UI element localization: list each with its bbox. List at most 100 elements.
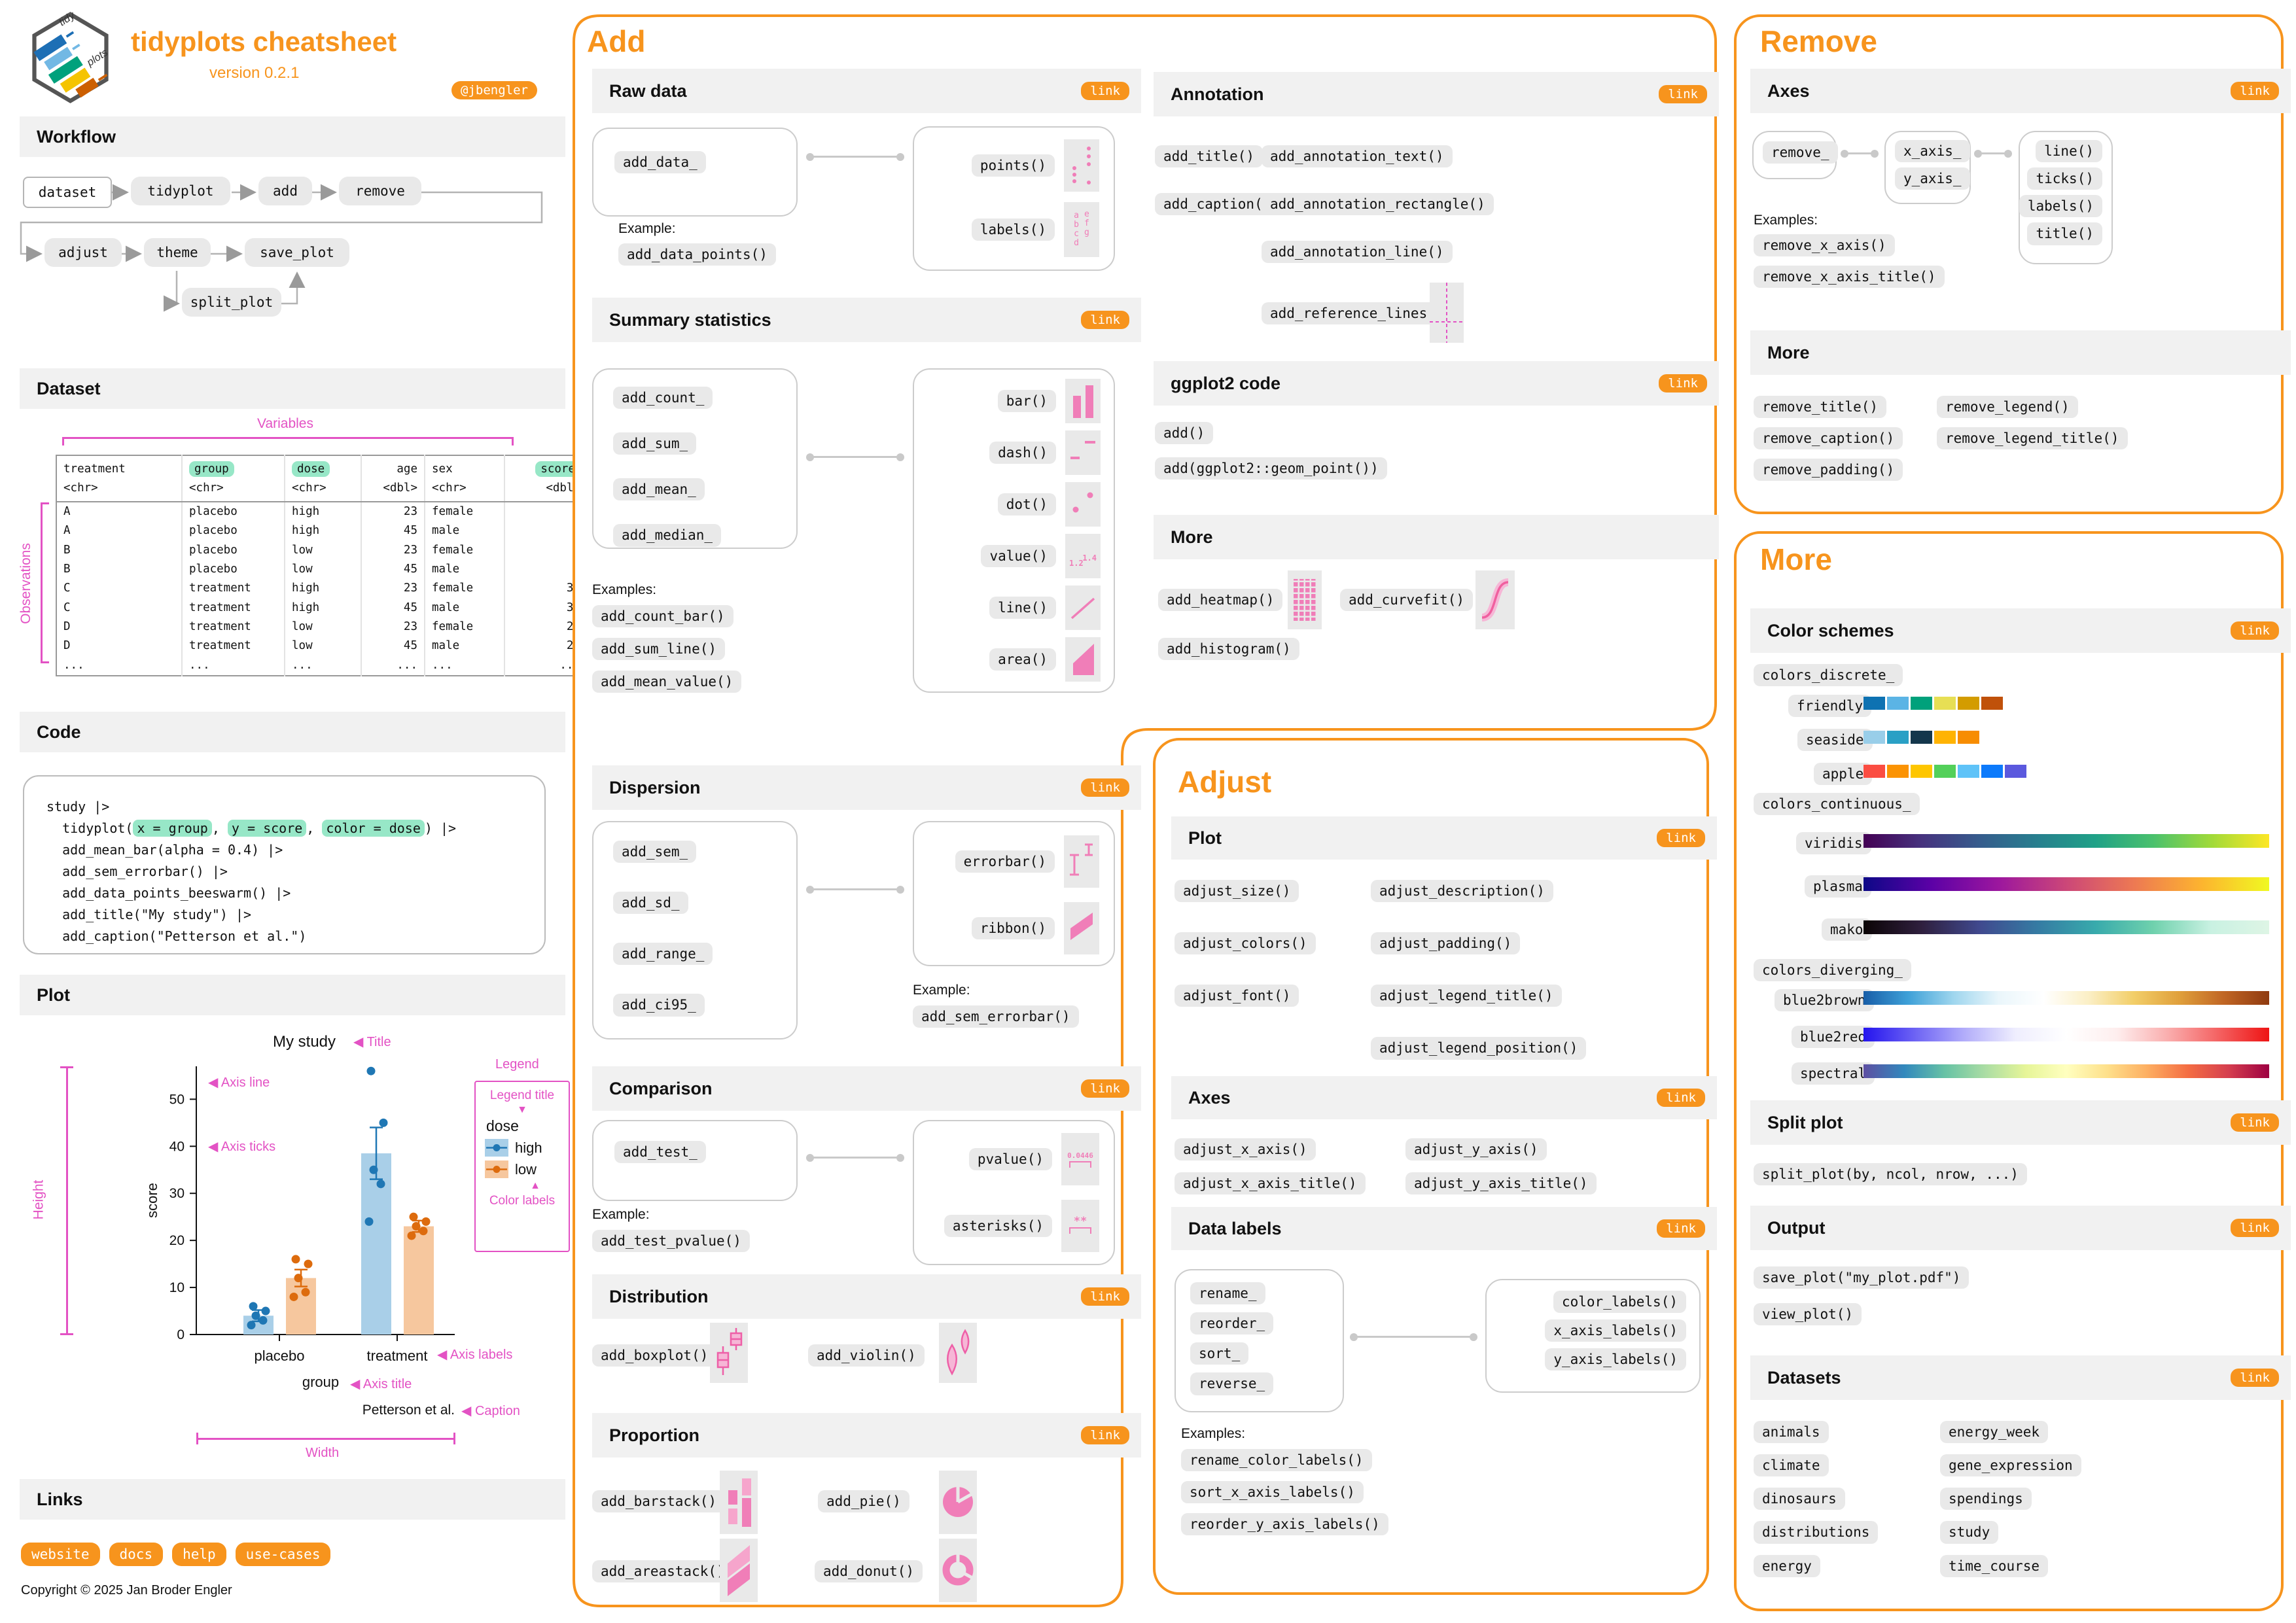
section-distribution: Distribution link (592, 1274, 1141, 1319)
donut-icon (939, 1539, 977, 1602)
dataset-pill: dinosaurs (1754, 1488, 1845, 1510)
code-pill: dash() (989, 441, 1056, 464)
asterisks-bracket-icon (1069, 1227, 1091, 1234)
code-pill: add_data_points() (618, 243, 776, 266)
color-schemes-link-badge[interactable]: link (2231, 621, 2279, 640)
dispersion-link-badge[interactable]: link (1081, 778, 1129, 797)
code-pill: reorder_y_axis_labels() (1181, 1513, 1388, 1536)
code-pill: reverse_ (1190, 1372, 1274, 1395)
code-pill: adjust_size() (1174, 880, 1299, 903)
code-pill: add_count_ (613, 387, 713, 410)
code-pill: view_plot() (1754, 1303, 1862, 1326)
raw-data-output-box: points() labels() a b c d e f g (913, 126, 1115, 271)
code-pill: add_median_ (613, 524, 722, 547)
color-swatch (1958, 765, 1979, 778)
code-pill: add(ggplot2::geom_point()) (1155, 457, 1387, 480)
code-pill: add_annotation_text() (1262, 145, 1453, 168)
color-swatch (1934, 697, 1956, 710)
code-pill: colors_discrete_ (1754, 664, 1903, 687)
output-link-badge[interactable]: link (2231, 1219, 2279, 1237)
code-pill: add_mean_ (613, 478, 705, 501)
section-color-schemes-title: Color schemes (1767, 620, 1894, 640)
raw-data-input-box: add_data_ (592, 128, 798, 217)
section-comparison: Comparison link (592, 1066, 1141, 1111)
section-remove-more: More (1750, 330, 2291, 375)
section-data-labels: Data labels link (1171, 1207, 1717, 1250)
palette-name-pill: blue2red (1792, 1026, 1875, 1049)
palette-mako-gradient (1863, 920, 2269, 934)
dataset-pill: climate (1754, 1454, 1829, 1477)
section-output-title: Output (1767, 1217, 1826, 1238)
remove-axes-link-badge[interactable]: link (2231, 82, 2279, 100)
raw-data-link-badge[interactable]: link (1081, 82, 1129, 100)
dataset-pill: time_course (1940, 1554, 2049, 1577)
ggplot2-link-badge[interactable]: link (1659, 374, 1707, 393)
code-pill: add_caption() (1155, 193, 1280, 216)
asterisks-icon-text: ** (1073, 1215, 1087, 1228)
code-pill: add_ci95_ (613, 994, 705, 1017)
code-pill: bar() (997, 389, 1056, 413)
areastack-icon (720, 1539, 758, 1602)
remove-output-box: line() ticks() labels() title() (2019, 131, 2113, 264)
code-pill: add_histogram() (1158, 638, 1299, 661)
section-ggplot2-title: ggplot2 code (1171, 373, 1280, 393)
section-annotation: Annotation link (1154, 72, 1719, 116)
code-pill: add_reference_lines() (1262, 302, 1453, 325)
color-swatch (1863, 697, 1885, 710)
proportion-link-badge[interactable]: link (1081, 1426, 1129, 1444)
color-swatch (1981, 765, 2003, 778)
section-adjust-plot-title: Plot (1188, 828, 1222, 848)
code-pill: add_sd_ (613, 892, 688, 915)
comparison-link-badge[interactable]: link (1081, 1079, 1129, 1098)
color-swatch (1934, 731, 1956, 744)
section-raw-data: Raw data link (592, 69, 1141, 113)
code-pill: remove_x_axis_title() (1754, 266, 1945, 288)
reference-lines-icon (1430, 283, 1464, 343)
ribbon-icon (1064, 902, 1099, 954)
remove-connector-2 (1974, 149, 2012, 158)
adjust-plot-link-badge[interactable]: link (1657, 829, 1705, 847)
labels-icon-letters: a b c d (1074, 211, 1079, 248)
section-adjust-axes: Axes link (1171, 1076, 1717, 1119)
dataset-pill: spendings (1940, 1488, 2032, 1510)
asterisks-icon: ** (1061, 1200, 1099, 1252)
summary-link-badge[interactable]: link (1081, 311, 1129, 329)
comparison-connector (806, 1153, 904, 1162)
palette-spectral-gradient (1863, 1064, 2269, 1078)
code-pill: add_range_ (613, 943, 713, 966)
dataset-pill: study (1940, 1521, 1999, 1544)
code-pill: adjust_font() (1174, 985, 1299, 1007)
annotation-link-badge[interactable]: link (1659, 85, 1707, 103)
color-swatch (1958, 731, 1979, 744)
split-plot-link-badge[interactable]: link (2231, 1113, 2279, 1132)
summary-connector (806, 453, 904, 461)
code-pill: add_sum_line() (592, 638, 726, 661)
code-pill: x_axis_labels() (1545, 1319, 1686, 1342)
adjust-panel-title: Adjust (1178, 765, 1272, 799)
palette-viridis-gradient (1863, 834, 2269, 848)
violin-icon (939, 1323, 977, 1383)
code-pill: color_labels() (1553, 1291, 1686, 1314)
datasets-link-badge[interactable]: link (2231, 1369, 2279, 1387)
code-pill: add_count_bar() (592, 605, 733, 628)
comparison-input-box: add_test_ (592, 1120, 798, 1201)
code-pill: sort_ (1190, 1342, 1249, 1365)
dataset-pill: energy (1754, 1554, 1820, 1577)
code-pill: save_plot("my_plot.pdf") (1754, 1266, 1969, 1289)
adjust-axes-link-badge[interactable]: link (1657, 1089, 1705, 1107)
distribution-link-badge[interactable]: link (1081, 1287, 1129, 1306)
code-pill: add_mean_value() (592, 671, 742, 693)
dispersion-output-box: errorbar() ribbon() (913, 821, 1115, 966)
color-swatch (2005, 765, 2026, 778)
code-pill: labels() (971, 218, 1055, 241)
code-pill: dot() (997, 493, 1056, 516)
dispersion-connector (806, 885, 904, 894)
code-pill: add_sem_ (613, 841, 697, 864)
code-pill: adjust_y_axis_title() (1405, 1172, 1597, 1195)
data-labels-link-badge[interactable]: link (1657, 1219, 1705, 1238)
code-pill: rename_ (1190, 1282, 1265, 1305)
palette-blue2red-gradient (1863, 1028, 2269, 1041)
code-pill: rename_color_labels() (1181, 1449, 1372, 1472)
palette-name-pill: spectral (1792, 1062, 1875, 1085)
color-swatch (1911, 731, 1932, 744)
